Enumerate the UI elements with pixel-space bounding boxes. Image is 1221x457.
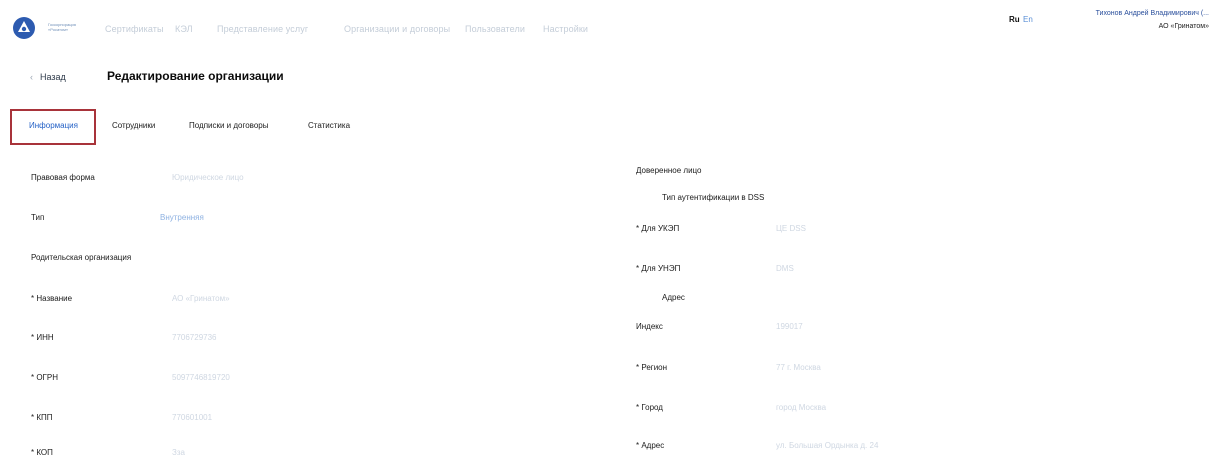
rosatom-logo-icon[interactable] xyxy=(12,16,36,40)
user-org: АО «Гринатом» xyxy=(1158,23,1209,30)
name-value[interactable]: АО «Гринатом» xyxy=(172,294,230,303)
index-value[interactable]: 199017 xyxy=(776,322,803,331)
type-label: Тип xyxy=(31,213,45,222)
nav-certificates[interactable]: Сертификаты xyxy=(105,24,164,34)
nav-services[interactable]: Представление услуг xyxy=(217,24,308,34)
auth-type-heading: Тип аутентификации в DSS xyxy=(662,193,765,202)
ukep-value[interactable]: ЦЕ DSS xyxy=(776,224,806,233)
nav-kel[interactable]: КЭЛ xyxy=(175,24,193,34)
type-value[interactable]: Внутренняя xyxy=(160,213,204,222)
name-label: * Название xyxy=(31,294,73,303)
lang-ru[interactable]: Ru xyxy=(1009,15,1020,24)
tab-statistics[interactable]: Статистика xyxy=(308,121,350,130)
back-link[interactable]: Назад xyxy=(40,72,66,82)
chevron-left-icon[interactable]: ‹ xyxy=(30,72,33,82)
unep-value[interactable]: DMS xyxy=(776,264,794,273)
region-label: * Регион xyxy=(636,363,668,372)
legal-form-value[interactable]: Юридическое лицо xyxy=(172,173,244,182)
address-label: * Адрес xyxy=(636,441,665,450)
page-title: Редактирование организации xyxy=(107,69,284,83)
region-value[interactable]: 77 г. Москва xyxy=(776,363,821,372)
city-label: * Город xyxy=(636,403,663,412)
tab-subscriptions[interactable]: Подписки и договоры xyxy=(189,121,269,130)
lang-en[interactable]: En xyxy=(1023,15,1033,24)
ogrn-label: * ОГРН xyxy=(31,373,59,382)
trusted-person-label: Доверенное лицо xyxy=(636,166,702,175)
tab-employees[interactable]: Сотрудники xyxy=(112,121,155,130)
kpp-value[interactable]: 770601001 xyxy=(172,413,212,422)
logo-text: Госкорпорация «Росатом» xyxy=(48,22,76,32)
nav-users[interactable]: Пользователи xyxy=(465,24,525,34)
legal-form-label: Правовая форма xyxy=(31,173,95,182)
parent-org-label: Родительская организация xyxy=(31,253,132,262)
kpp-label: * КПП xyxy=(31,413,53,422)
unep-label: * Для УНЭП xyxy=(636,264,681,273)
user-name[interactable]: Тихонов Андрей Владимирович (... xyxy=(1096,10,1209,17)
address-heading: Адрес xyxy=(662,293,685,302)
city-value[interactable]: город Москва xyxy=(776,403,826,412)
inn-value[interactable]: 7706729736 xyxy=(172,333,217,342)
index-label: Индекс xyxy=(636,322,663,331)
nav-organizations[interactable]: Организации и договоры xyxy=(344,24,450,34)
tab-information[interactable]: Информация xyxy=(29,121,78,130)
nav-settings[interactable]: Настройки xyxy=(543,24,588,34)
ogrn-value[interactable]: 5097746819720 xyxy=(172,373,230,382)
inn-label: * ИНН xyxy=(31,333,54,342)
address-value[interactable]: ул. Большая Ордынка д. 24 xyxy=(776,441,878,450)
ukep-label: * Для УКЭП xyxy=(636,224,680,233)
